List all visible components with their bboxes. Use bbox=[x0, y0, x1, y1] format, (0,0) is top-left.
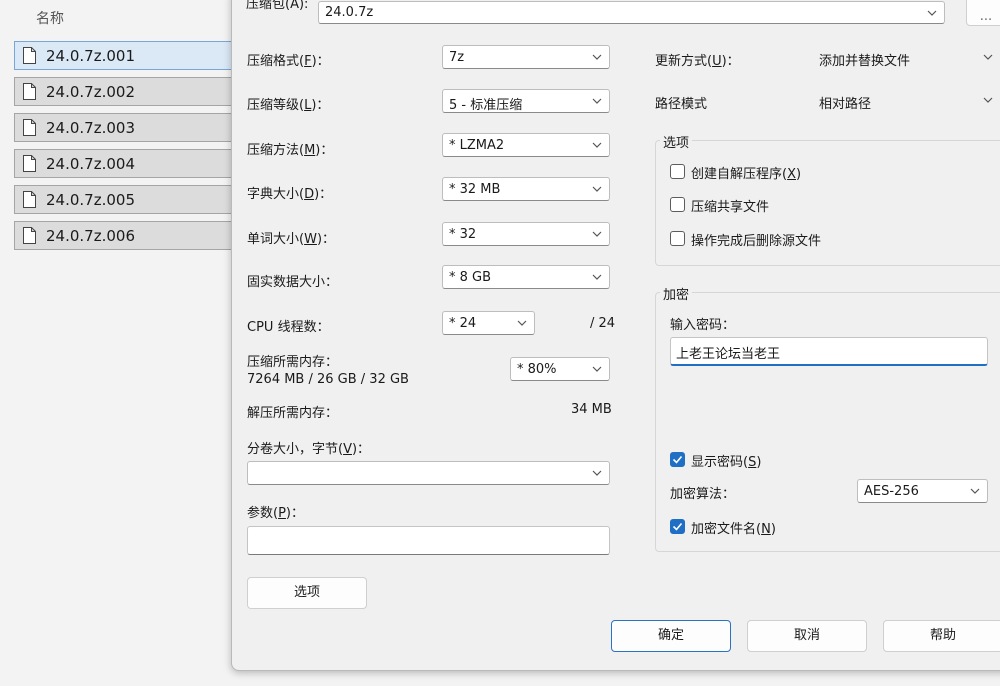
solid-size-label: 固实数据大小： bbox=[247, 275, 339, 290]
decompress-memory-label: 解压所需内存： bbox=[247, 406, 339, 421]
level-select[interactable]: 5 - 标准压缩 bbox=[442, 89, 610, 113]
archive-label: 压缩包(A): bbox=[246, 0, 309, 12]
memory-usage-value: * 80% bbox=[517, 362, 557, 377]
file-name: 24.0.7z.004 bbox=[46, 155, 135, 173]
word-size-value: * 32 bbox=[449, 227, 477, 242]
file-list-item[interactable]: 24.0.7z.005 bbox=[14, 185, 234, 214]
chevron-down-icon bbox=[517, 320, 527, 326]
chevron-down-icon bbox=[983, 54, 993, 60]
solid-size-select[interactable]: * 8 GB bbox=[442, 265, 610, 289]
method-select[interactable]: * LZMA2 bbox=[442, 133, 610, 157]
show-password-label: 显示密码(S) bbox=[691, 455, 762, 470]
update-mode-label: 更新方式(U)： bbox=[655, 54, 740, 69]
password-value: 上老王论坛当老王 bbox=[676, 347, 781, 362]
password-label: 输入密码： bbox=[670, 318, 736, 333]
show-password-checkbox[interactable] bbox=[670, 452, 685, 467]
compress-shared-label: 压缩共享文件 bbox=[691, 200, 770, 215]
password-input[interactable]: 上老王论坛当老王 bbox=[670, 337, 988, 366]
parameters-label: 参数(P)： bbox=[247, 506, 304, 521]
checkmark-icon bbox=[672, 455, 683, 464]
file-name: 24.0.7z.005 bbox=[46, 191, 135, 209]
file-icon bbox=[23, 119, 36, 136]
method-label: 压缩方法(M)： bbox=[247, 143, 334, 158]
parameters-input[interactable] bbox=[247, 526, 610, 555]
chevron-down-icon bbox=[592, 366, 602, 372]
sfx-label: 创建自解压程序(X) bbox=[691, 167, 802, 182]
name-column-header[interactable]: 名称 bbox=[36, 8, 64, 28]
cpu-threads-label: CPU 线程数： bbox=[247, 320, 330, 335]
chevron-down-icon bbox=[970, 488, 980, 494]
delete-after-checkbox[interactable] bbox=[670, 231, 685, 246]
archive-name-value: 24.0.7z bbox=[325, 5, 374, 20]
path-mode-label: 路径模式 bbox=[655, 97, 708, 112]
chevron-down-icon bbox=[592, 98, 602, 104]
cpu-threads-max: / 24 bbox=[590, 316, 616, 331]
compress-memory-detail: 7264 MB / 26 GB / 32 GB bbox=[247, 372, 409, 387]
chevron-down-icon bbox=[592, 142, 602, 148]
word-size-label: 单词大小(W)： bbox=[247, 232, 336, 247]
ok-button[interactable]: 确定 bbox=[611, 620, 731, 652]
checkmark-icon bbox=[672, 522, 683, 531]
volume-size-combo[interactable] bbox=[247, 461, 610, 485]
chevron-down-icon bbox=[592, 54, 602, 60]
encryption-method-label: 加密算法： bbox=[670, 487, 736, 502]
sfx-checkbox[interactable] bbox=[670, 164, 685, 179]
delete-after-label: 操作完成后删除源文件 bbox=[691, 234, 822, 249]
cancel-button[interactable]: 取消 bbox=[747, 620, 867, 652]
file-name: 24.0.7z.003 bbox=[46, 119, 135, 137]
path-mode-value: 相对路径 bbox=[819, 97, 872, 112]
file-icon bbox=[23, 191, 36, 208]
decompress-memory-value: 34 MB bbox=[571, 402, 612, 417]
chevron-down-icon bbox=[592, 470, 602, 476]
compress-shared-checkbox[interactable] bbox=[670, 197, 685, 212]
format-value: 7z bbox=[449, 50, 465, 65]
sort-up-icon[interactable]: ^ bbox=[200, 0, 210, 8]
help-button[interactable]: 帮助 bbox=[883, 620, 1000, 652]
method-value: * LZMA2 bbox=[449, 138, 505, 153]
file-list-item[interactable]: 24.0.7z.004 bbox=[14, 149, 234, 178]
encryption-method-value: AES-256 bbox=[864, 484, 919, 499]
file-icon bbox=[23, 155, 36, 172]
chevron-down-icon bbox=[927, 10, 937, 16]
format-select[interactable]: 7z bbox=[442, 45, 610, 69]
file-icon bbox=[23, 227, 36, 244]
file-list-item[interactable]: 24.0.7z.002 bbox=[14, 77, 234, 106]
file-icon bbox=[23, 83, 36, 100]
dictionary-label: 字典大小(D)： bbox=[247, 187, 333, 202]
path-mode-select[interactable]: 相对路径 bbox=[812, 88, 1000, 112]
file-name: 24.0.7z.006 bbox=[46, 227, 135, 245]
file-list-item[interactable]: 24.0.7z.001 bbox=[14, 41, 234, 70]
dictionary-select[interactable]: * 32 MB bbox=[442, 177, 610, 201]
options-group-title: 选项 bbox=[660, 132, 693, 151]
memory-usage-select[interactable]: * 80% bbox=[510, 357, 610, 381]
file-list-item[interactable]: 24.0.7z.003 bbox=[14, 113, 234, 142]
encryption-method-select[interactable]: AES-256 bbox=[857, 479, 988, 503]
chevron-down-icon bbox=[983, 97, 993, 103]
cpu-threads-select[interactable]: * 24 bbox=[442, 311, 535, 335]
options-button[interactable]: 选项 bbox=[247, 577, 367, 609]
encryption-group-title: 加密 bbox=[660, 284, 693, 303]
solid-size-value: * 8 GB bbox=[449, 270, 492, 285]
file-icon bbox=[23, 47, 36, 64]
file-list-item[interactable]: 24.0.7z.006 bbox=[14, 221, 234, 250]
update-mode-value: 添加并替换文件 bbox=[819, 54, 911, 69]
chevron-down-icon bbox=[592, 231, 602, 237]
compress-memory-label: 压缩所需内存： bbox=[247, 355, 339, 370]
format-label: 压缩格式(F)： bbox=[247, 54, 330, 69]
file-name: 24.0.7z.002 bbox=[46, 83, 135, 101]
browse-button[interactable]: ... bbox=[966, 0, 1000, 26]
chevron-down-icon bbox=[592, 274, 602, 280]
cpu-threads-value: * 24 bbox=[449, 316, 477, 331]
archive-name-combo[interactable]: 24.0.7z bbox=[318, 1, 945, 24]
encrypt-names-checkbox[interactable] bbox=[670, 519, 685, 534]
encrypt-names-label: 加密文件名(N) bbox=[691, 522, 776, 537]
level-value: 5 - 标准压缩 bbox=[449, 98, 523, 113]
volume-size-label: 分卷大小，字节(V)： bbox=[247, 442, 371, 457]
dictionary-value: * 32 MB bbox=[449, 182, 501, 197]
file-name: 24.0.7z.001 bbox=[46, 47, 135, 65]
word-size-select[interactable]: * 32 bbox=[442, 222, 610, 246]
update-mode-select[interactable]: 添加并替换文件 bbox=[812, 45, 1000, 69]
level-label: 压缩等级(L)： bbox=[247, 98, 330, 113]
chevron-down-icon bbox=[592, 186, 602, 192]
